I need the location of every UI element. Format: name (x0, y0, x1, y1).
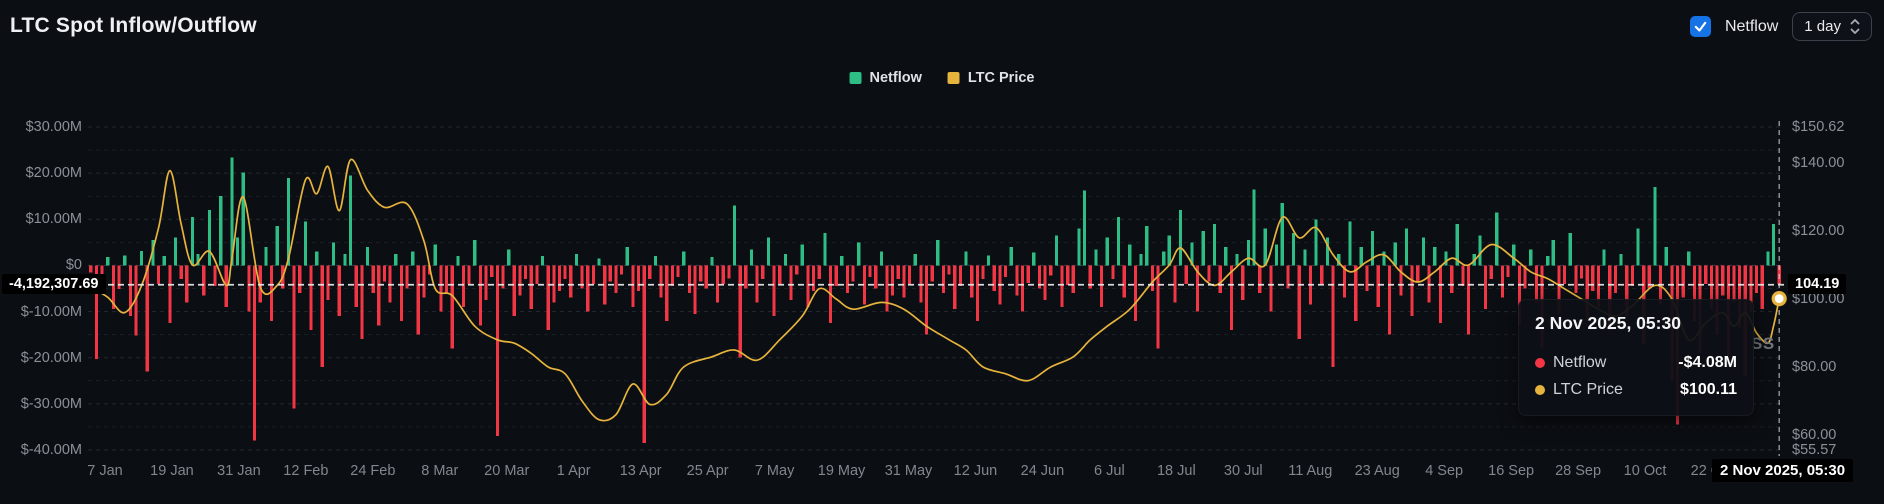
netflow-price-chart[interactable] (0, 0, 1884, 504)
tooltip-row-ltc-price: LTC Price $100.11 (1535, 376, 1737, 403)
ltc-price-dot-icon (1535, 385, 1545, 395)
netflow-dot-icon (1535, 358, 1545, 368)
tooltip-netflow-label: Netflow (1553, 349, 1606, 376)
tooltip-row-netflow: Netflow -$4.08M (1535, 349, 1737, 376)
tooltip-netflow-value: -$4.08M (1678, 349, 1737, 376)
crosshair-price-badge: 104.19 (1788, 274, 1846, 294)
chart-tooltip: 2 Nov 2025, 05:30 Netflow -$4.08M LTC Pr… (1518, 299, 1754, 416)
crosshair-date-badge: 2 Nov 2025, 05:30 (1712, 459, 1853, 482)
tooltip-ltc-price-value: $100.11 (1680, 376, 1737, 403)
ltc-spot-inflow-outflow-panel: LTC Spot Inflow/Outflow Netflow 1 day Ne… (0, 0, 1884, 504)
tooltip-ltc-price-label: LTC Price (1553, 376, 1623, 403)
watermark: SS (1751, 334, 1775, 354)
crosshair-netflow-badge: -4,192,307.69 (2, 274, 106, 294)
tooltip-date: 2 Nov 2025, 05:30 (1535, 313, 1737, 334)
